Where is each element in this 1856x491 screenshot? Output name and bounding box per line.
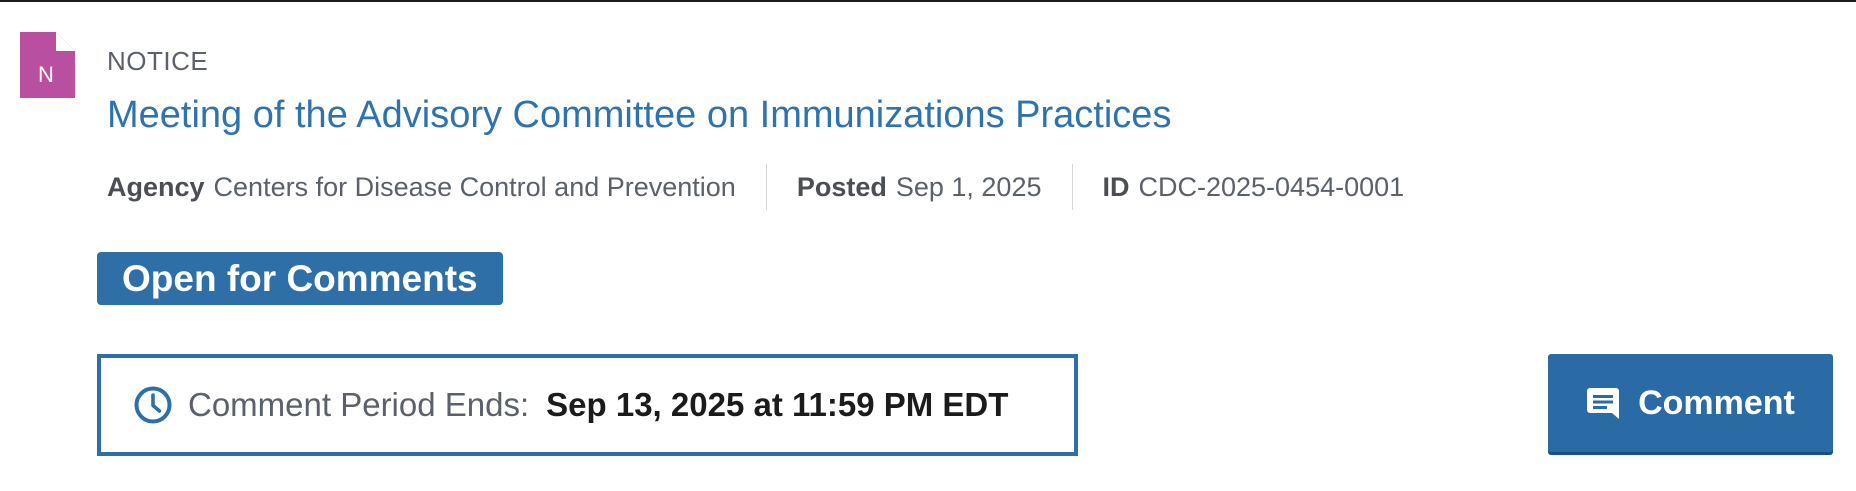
meta-divider [765, 164, 767, 210]
meta-divider [1071, 164, 1073, 210]
posted-label: Posted [796, 171, 887, 202]
agency-meta: Agency Centers for Disease Control and P… [107, 172, 736, 203]
comment-bubble-icon [1586, 386, 1620, 420]
agency-label: Agency [107, 171, 205, 202]
comment-period-box: Comment Period Ends: Sep 13, 2025 at 11:… [97, 354, 1078, 456]
posted-value: Sep 1, 2025 [895, 171, 1042, 202]
document-type-label: NOTICE [107, 46, 209, 76]
comment-button-label: Comment [1638, 383, 1795, 422]
status-badge: Open for Comments [97, 252, 503, 305]
id-label: ID [1102, 171, 1130, 202]
notice-document-icon: N [20, 32, 75, 98]
id-value: CDC-2025-0454-0001 [1138, 171, 1405, 202]
notice-icon-letter: N [38, 62, 54, 87]
agency-value: Centers for Disease Control and Preventi… [213, 171, 736, 202]
id-meta: ID CDC-2025-0454-0001 [1103, 172, 1405, 203]
clock-icon [133, 385, 173, 425]
document-title-link[interactable]: Meeting of the Advisory Committee on Imm… [107, 94, 1171, 137]
document-meta-row: Agency Centers for Disease Control and P… [107, 164, 1404, 210]
comment-period-label: Comment Period Ends: [188, 386, 530, 423]
comment-button[interactable]: Comment [1548, 354, 1833, 452]
posted-meta: Posted Sep 1, 2025 [797, 172, 1042, 203]
comment-period-end-date: Sep 13, 2025 at 11:59 PM EDT [546, 386, 1009, 423]
document-header-card: N NOTICE Meeting of the Advisory Committ… [0, 0, 1856, 491]
